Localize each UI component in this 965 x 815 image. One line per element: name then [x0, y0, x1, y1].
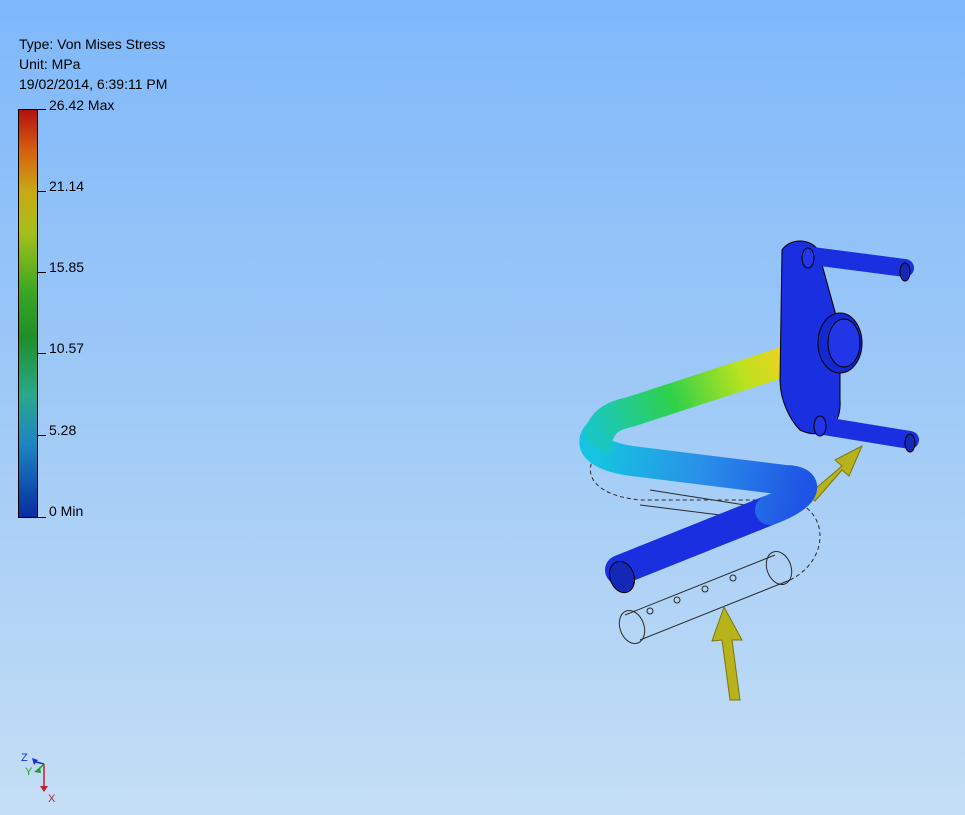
triad-x-label: X — [48, 793, 56, 805]
view-orientation-triad[interactable]: Z Y X — [14, 748, 64, 808]
deformed-tube-lower — [579, 417, 818, 594]
triad-y-label: Y — [25, 766, 33, 778]
mounting-bracket — [779, 240, 919, 453]
model-viewport[interactable] — [0, 0, 965, 815]
triad-z-label: Z — [21, 752, 28, 764]
